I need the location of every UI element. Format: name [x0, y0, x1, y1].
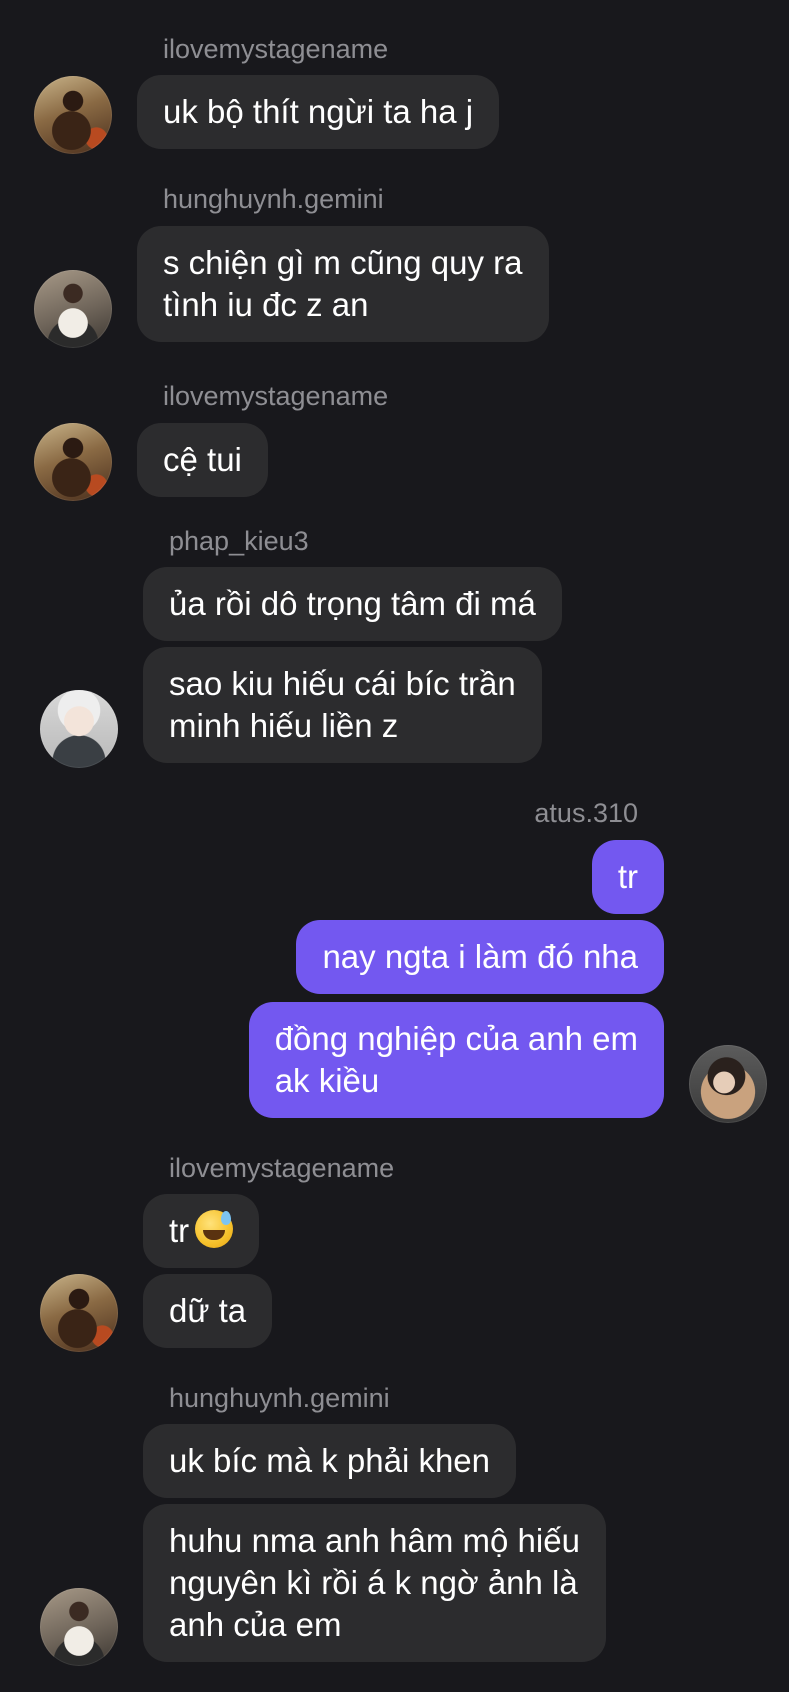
message-bubble[interactable]: uk bộ thít ngừi ta ha j: [137, 75, 500, 149]
message-bubble[interactable]: tr: [143, 1194, 260, 1268]
message-text: tr: [617, 858, 638, 895]
message-bubble[interactable]: uk bíc mà k phải khen: [143, 1424, 517, 1498]
sweat-smile-emoji-icon: [195, 1210, 234, 1248]
message-text: cệ tui: [163, 441, 242, 478]
message-text: huhu nma anh hâm mộ hiếu: [169, 1522, 580, 1559]
sender-username: hunghuynh.gemini: [169, 1383, 390, 1413]
message-text: ak kiều: [274, 1062, 380, 1099]
avatar[interactable]: [34, 423, 112, 501]
message-text: tr: [169, 1212, 190, 1249]
message-text: sao kiu hiếu cái bíc trần: [169, 665, 516, 702]
message-text: tình iu đc z an: [163, 286, 369, 323]
message-bubble[interactable]: cệ tui: [137, 423, 268, 497]
avatar[interactable]: [689, 1045, 767, 1123]
message-bubble[interactable]: s chiện gì m cũng quy ra tình iu đc z an: [137, 226, 549, 342]
avatar[interactable]: [40, 1274, 118, 1352]
sender-username: phap_kieu3: [169, 526, 309, 556]
message-text: uk bộ thít ngừi ta ha j: [163, 93, 474, 130]
message-text: minh hiếu liền z: [169, 707, 399, 744]
message-bubble[interactable]: sao kiu hiếu cái bíc trần minh hiếu liền…: [143, 647, 542, 763]
sender-username: ilovemystagename: [163, 381, 389, 411]
message-text: nguyên kì rồi á k ngờ ảnh là: [169, 1564, 578, 1601]
message-bubble[interactable]: ủa rồi dô trọng tâm đi má: [143, 567, 562, 641]
message-text: dữ ta: [169, 1292, 247, 1329]
message-bubble[interactable]: dữ ta: [143, 1274, 273, 1348]
message-text: đồng nghiệp của anh em: [274, 1020, 638, 1057]
avatar[interactable]: [34, 76, 112, 154]
sender-username: atus.310: [534, 798, 638, 828]
sender-username: hunghuynh.gemini: [163, 184, 384, 214]
message-text: s chiện gì m cũng quy ra: [163, 244, 523, 281]
avatar[interactable]: [40, 1588, 118, 1666]
message-text: nay ngta i làm đó nha: [322, 938, 638, 975]
message-bubble[interactable]: tr: [591, 840, 664, 914]
sender-username: ilovemystagename: [163, 34, 389, 64]
message-bubble[interactable]: nay ngta i làm đó nha: [296, 920, 664, 994]
message-bubble[interactable]: huhu nma anh hâm mộ hiếu nguyên kì rồi á…: [143, 1504, 606, 1662]
avatar[interactable]: [40, 690, 118, 768]
message-text: anh của em: [169, 1606, 342, 1643]
avatar[interactable]: [34, 270, 112, 348]
message-text: ủa rồi dô trọng tâm đi má: [169, 585, 536, 622]
message-text: uk bíc mà k phải khen: [169, 1442, 491, 1479]
message-bubble[interactable]: đồng nghiệp của anh em ak kiều: [248, 1002, 664, 1118]
sender-username: ilovemystagename: [169, 1153, 395, 1183]
